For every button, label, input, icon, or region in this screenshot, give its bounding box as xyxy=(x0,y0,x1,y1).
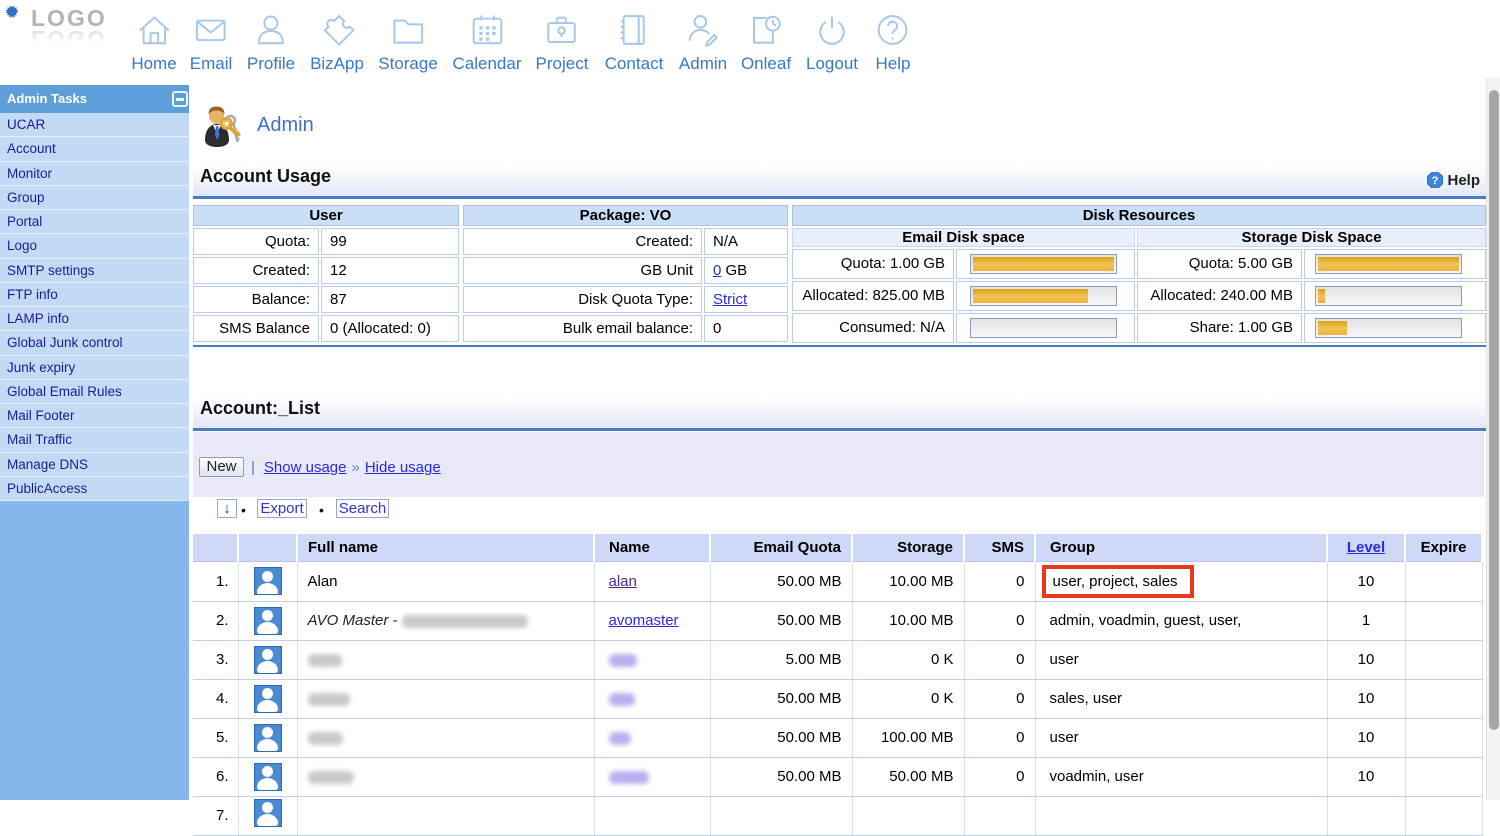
svg-text:?: ? xyxy=(1432,175,1439,187)
